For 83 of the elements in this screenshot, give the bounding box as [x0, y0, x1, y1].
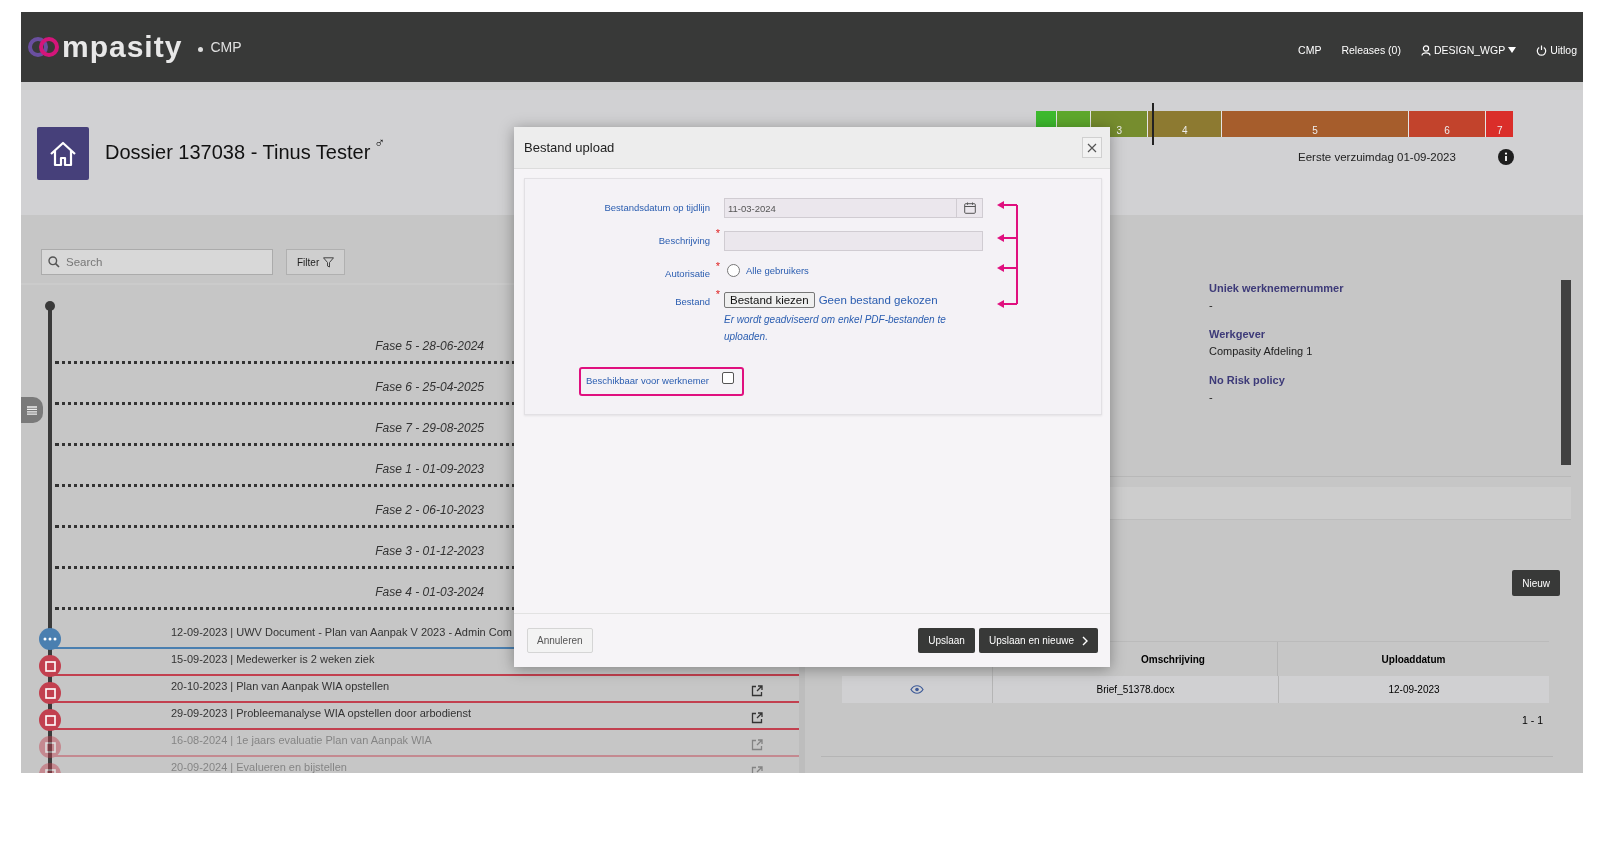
nav-link[interactable]: Uitlog: [1536, 44, 1577, 56]
dialog-title: Bestand upload: [524, 140, 615, 155]
phase-segment: 4: [1148, 111, 1222, 137]
field-label: Bestand: [675, 296, 710, 307]
event-entry[interactable]: 12-09-2023 | UWV Document - Plan van Aanpak V 2023 - Admin Com: [171, 625, 512, 638]
column-header: Uploaddatum: [1381, 653, 1446, 665]
nav-link[interactable]: DESIGN_WGP: [1420, 44, 1517, 56]
phase-segment: 5: [1222, 111, 1408, 137]
gender-symbol: ♂: [374, 134, 385, 150]
phase-label: Fase 2 - 06-10-2023: [375, 503, 484, 517]
caret-icon: [1508, 47, 1517, 53]
filter-icon: [323, 256, 335, 268]
phase-label: Fase 5 - 28-06-2024: [375, 339, 484, 353]
detail-label: Werkgever: [1209, 328, 1267, 340]
user-icon: [1420, 44, 1431, 56]
external-link-icon[interactable]: [751, 712, 763, 724]
save-button[interactable]: Upslaan: [918, 628, 975, 653]
table-cell: 12-09-2023: [1388, 684, 1440, 695]
phase-label: Fase 4 - 01-03-2024: [375, 585, 484, 599]
column-header: Omschrijving: [1141, 653, 1205, 665]
side-panel-toggle[interactable]: [21, 397, 43, 423]
close-icon: [1087, 142, 1097, 153]
more-node-icon[interactable]: [39, 628, 61, 650]
phase-label: Fase 6 - 25-04-2025: [375, 380, 484, 394]
phase-segment: 7: [1486, 111, 1513, 137]
checkbox[interactable]: [722, 371, 735, 384]
required-mark: *: [715, 227, 720, 239]
task-node-icon[interactable]: [39, 682, 61, 704]
pagination-info: 1 - 1: [1522, 714, 1543, 726]
required-mark: *: [715, 260, 720, 272]
phase-label: Fase 1 - 01-09-2023: [375, 462, 484, 476]
date-field[interactable]: 11-03-2024: [724, 198, 983, 218]
event-entry[interactable]: 15-09-2023 | Medewerker is 2 weken ziek: [171, 652, 375, 665]
power-icon: [1536, 44, 1548, 56]
first-sick-day: Eerste verzuimdag 01-09-2023: [1298, 151, 1456, 163]
close-button[interactable]: [1082, 137, 1102, 158]
logo-text: mpasity: [62, 30, 183, 64]
detail-value: -: [1209, 299, 1214, 311]
detail-value: -: [1209, 391, 1214, 403]
detail-value: Compasity Afdeling 1: [1209, 345, 1314, 357]
chevron-right-icon: [1082, 635, 1088, 646]
phase-label: Fase 3 - 01-12-2023: [375, 544, 484, 558]
required-mark: *: [715, 288, 720, 300]
list-icon: [27, 405, 37, 415]
radio-button[interactable]: [727, 264, 740, 277]
task-node-icon[interactable]: [39, 709, 61, 731]
phase-label: Fase 7 - 29-08-2025: [375, 421, 484, 435]
phase-segment: 6: [1408, 111, 1486, 137]
description-field[interactable]: [724, 231, 983, 251]
app-name: CMP: [210, 39, 242, 55]
nav-link[interactable]: CMP: [1298, 44, 1322, 56]
logo-icon: [27, 36, 61, 58]
scrollbar[interactable]: [1561, 280, 1571, 465]
table-cell: Brief_51378.docx: [1096, 684, 1175, 695]
external-link-icon[interactable]: [751, 685, 763, 697]
save-and-new-button[interactable]: Upslaan en nieuwe: [978, 628, 1098, 653]
upload-hint: Er wordt geadviseerd om enkel PDF-bestanden te uploaden.: [724, 313, 947, 344]
calendar-icon[interactable]: [963, 202, 976, 214]
info-icon[interactable]: [1497, 149, 1514, 165]
choose-file-button[interactable]: Bestand kiezen: [724, 292, 815, 308]
detail-label: No Risk policy: [1209, 374, 1286, 386]
eye-icon[interactable]: [910, 685, 924, 694]
checkbox-label: Beschikbaar voor werknemer: [586, 375, 710, 386]
field-label: Autorisatie: [665, 268, 710, 279]
search-icon: [48, 256, 60, 268]
search-field[interactable]: Search: [41, 249, 273, 275]
field-label: Bestandsdatum op tijdlijn: [604, 202, 710, 213]
home-button[interactable]: [37, 127, 89, 180]
bullet-icon: [198, 46, 204, 52]
nav-link[interactable]: Releases (0): [1341, 44, 1401, 56]
radio-label[interactable]: Alle gebruikers: [746, 265, 809, 276]
task-node-icon[interactable]: [39, 736, 61, 758]
filter-button[interactable]: Filter: [286, 249, 346, 275]
new-button[interactable]: Nieuw: [1512, 570, 1560, 596]
event-entry[interactable]: 29-09-2023 | Probleemanalyse WIA opstellen door arbodienst: [171, 706, 472, 719]
dossier-title: Dossier 137038 - Tinus Tester: [105, 141, 371, 164]
event-entry[interactable]: 20-10-2023 | Plan van Aanpak WIA opstellen: [171, 679, 390, 692]
task-node-icon[interactable]: [39, 655, 61, 677]
cancel-button[interactable]: Annuleren: [527, 628, 593, 653]
file-status: Geen bestand gekozen: [818, 294, 938, 306]
field-label: Beschrijving: [658, 235, 710, 246]
home-icon: [48, 139, 78, 168]
detail-label: Uniek werknemernummer: [1209, 282, 1344, 294]
